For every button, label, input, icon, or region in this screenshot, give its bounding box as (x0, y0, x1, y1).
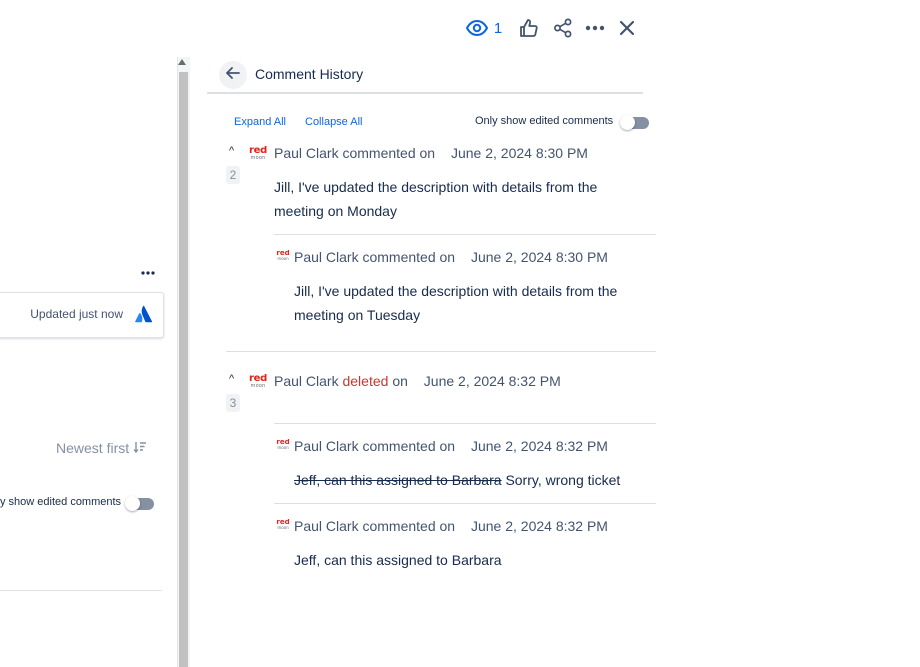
comment-meta: Paul Clark commented on June 2, 2024 8:3… (294, 249, 608, 265)
arrow-left-icon (226, 66, 240, 84)
share-icon (553, 18, 573, 38)
more-horizontal-icon (585, 25, 605, 31)
comment-text: Sorry, wrong ticket (505, 472, 621, 488)
scrollbar-thumb[interactable] (179, 72, 188, 667)
expand-all-button[interactable]: Expand All (234, 116, 286, 128)
close-icon (619, 20, 635, 36)
comment-body: Jill, I've updated the description with … (274, 179, 598, 219)
collapse-caret-icon[interactable]: ^ (229, 145, 234, 157)
left-toggle-label: y show edited comments (0, 496, 122, 508)
comment-author[interactable]: Paul Clark (294, 438, 359, 454)
close-button[interactable] (617, 14, 637, 42)
comment-body: Jeff, can this assigned to Barbara (294, 552, 502, 568)
comment-author[interactable]: Paul Clark (294, 518, 359, 534)
comment-date: June 2, 2024 8:30 PM (450, 145, 588, 161)
watch-button[interactable]: 1 (464, 14, 504, 42)
avatar: red moon (276, 439, 290, 450)
sort-button[interactable]: Newest first (56, 440, 147, 456)
only-edited-label: Only show edited comments (475, 115, 614, 127)
comment-date: June 2, 2024 8:32 PM (470, 518, 608, 534)
share-button[interactable] (552, 14, 574, 42)
updated-text: Updated just now (30, 307, 123, 321)
comment-meta: Paul Clark deleted on June 2, 2024 8:32 … (274, 373, 561, 389)
left-edited-toggle[interactable] (125, 496, 154, 511)
collapse-caret-icon[interactable]: ^ (229, 373, 234, 385)
comment-verb-deleted: deleted (342, 373, 389, 389)
avatar: red moon (276, 519, 290, 530)
struck-text: Jeff, can this assigned to Barbara (294, 472, 502, 488)
scroll-up-arrow-icon[interactable] (178, 59, 186, 65)
count-badge: 2 (226, 166, 240, 184)
avatar: red moon (249, 374, 267, 389)
avatar: red moon (249, 146, 267, 161)
comment-author[interactable]: Paul Clark (294, 249, 359, 265)
back-button[interactable] (219, 61, 247, 89)
left-more-button[interactable] (138, 262, 158, 282)
divider (274, 234, 656, 235)
comment-verb: commented on (342, 145, 436, 161)
comment-verb: commented on (362, 518, 456, 534)
divider (226, 351, 656, 352)
comment-date: June 2, 2024 8:32 PM (470, 438, 608, 454)
only-edited-toggle[interactable] (620, 115, 649, 130)
divider (207, 92, 643, 94)
more-button[interactable] (584, 14, 606, 42)
more-horizontal-icon (138, 262, 155, 279)
updated-card: Updated just now (0, 292, 164, 338)
divider (274, 503, 656, 504)
comment-meta: Paul Clark commented on June 2, 2024 8:3… (274, 145, 588, 161)
comment-body: Jill, I've updated the description with … (294, 283, 618, 323)
sort-label: Newest first (56, 440, 130, 456)
comment-meta: Paul Clark commented on June 2, 2024 8:3… (294, 438, 608, 454)
comment-date: June 2, 2024 8:30 PM (470, 249, 608, 265)
comment-author[interactable]: Paul Clark (274, 145, 339, 161)
thumbs-up-icon (519, 18, 539, 38)
page-title: Comment History (255, 66, 364, 82)
comment-author[interactable]: Paul Clark (274, 373, 339, 389)
eye-icon (465, 20, 488, 36)
count-badge: 3 (226, 394, 240, 412)
sort-descending-icon (133, 440, 147, 456)
collapse-all-button[interactable]: Collapse All (305, 116, 362, 128)
comment-meta: Paul Clark commented on June 2, 2024 8:3… (294, 518, 608, 534)
comment-verb-suffix: on (392, 373, 408, 389)
atlassian-logo-icon (135, 305, 153, 328)
comment-date: June 2, 2024 8:32 PM (423, 373, 561, 389)
avatar: red moon (276, 250, 290, 261)
divider (274, 423, 656, 424)
like-button[interactable] (517, 14, 541, 42)
comment-verb: commented on (362, 249, 456, 265)
comment-body: Jeff, can this assigned to Barbara Sorry… (294, 468, 644, 492)
divider (0, 590, 162, 591)
watch-count: 1 (493, 19, 503, 37)
comment-verb: commented on (362, 438, 456, 454)
